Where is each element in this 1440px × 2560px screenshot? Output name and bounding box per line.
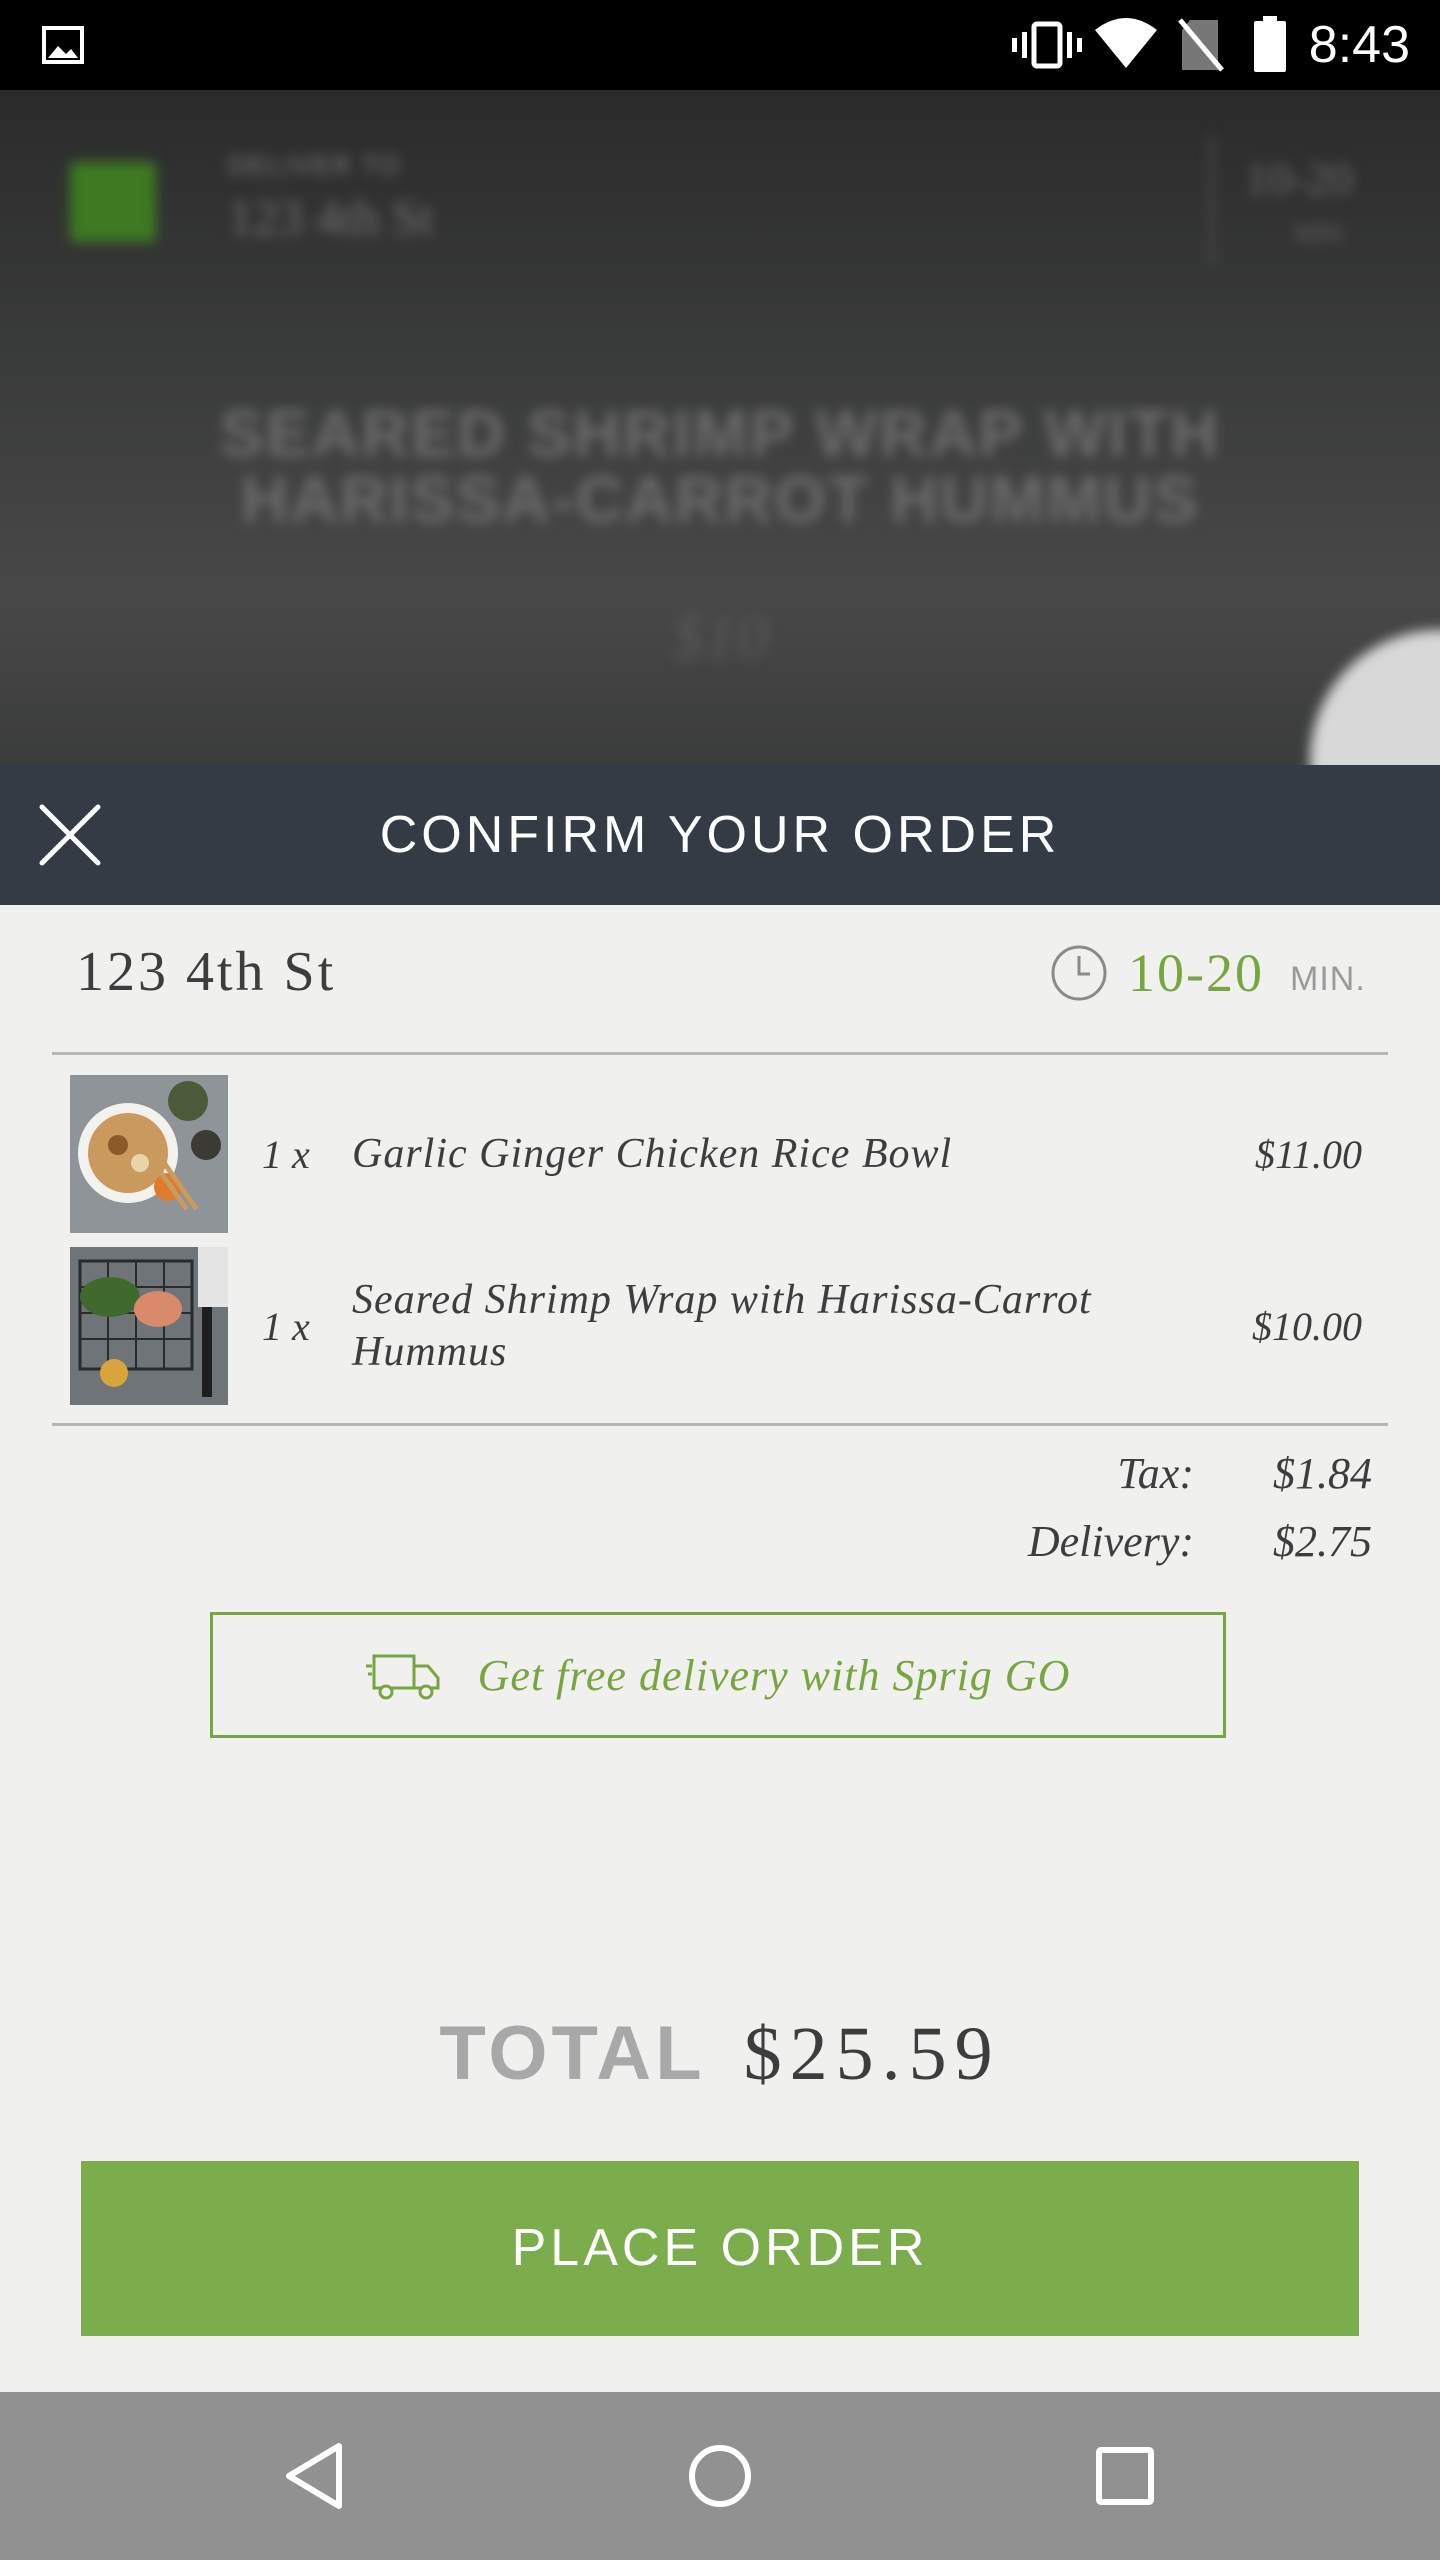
clock-icon bbox=[1051, 945, 1107, 1001]
delivery-fee-label: Delivery: bbox=[1027, 1517, 1194, 1566]
item-thumbnail bbox=[70, 1075, 228, 1233]
image-icon bbox=[42, 26, 84, 64]
back-icon[interactable] bbox=[265, 2426, 365, 2526]
item-price: $11.00 bbox=[1254, 1131, 1362, 1177]
delivery-address: 123 4th St bbox=[76, 941, 337, 1003]
brand-logo bbox=[70, 162, 156, 242]
item-name: Garlic Ginger Chicken Rice Bowl bbox=[352, 1131, 953, 1177]
eta-range: 10-20 bbox=[1128, 943, 1264, 1003]
item-quantity: 1 x bbox=[262, 1131, 310, 1177]
status-time: 8:43 bbox=[1308, 16, 1410, 74]
recents-icon[interactable] bbox=[1075, 2426, 1175, 2526]
background-hero: DELIVER TO 123 4th St 10-20 MIN SEARED S… bbox=[0, 90, 1440, 765]
tax-value: $1.84 bbox=[1273, 1449, 1372, 1498]
vibrate-icon bbox=[1012, 21, 1082, 69]
background-eta-unit: MIN bbox=[1295, 218, 1343, 248]
promo-text: Get free delivery with Sprig GO bbox=[477, 1650, 1071, 1700]
confirm-header: CONFIRM YOUR ORDER bbox=[0, 765, 1440, 905]
order-item: 1 x Seared Shrimp Wrap with Harissa-Carr… bbox=[0, 1247, 1440, 1407]
page-title: CONFIRM YOUR ORDER bbox=[379, 806, 1061, 864]
item-quantity: 1 x bbox=[262, 1303, 310, 1349]
background-divider bbox=[1210, 135, 1213, 265]
background-address: 123 4th St bbox=[228, 189, 434, 245]
place-order-button[interactable]: PLACE ORDER bbox=[81, 2161, 1359, 2336]
system-nav-bar bbox=[0, 2392, 1440, 2560]
battery-icon bbox=[1254, 16, 1286, 72]
item-name: Seared Shrimp Wrap with Harissa-Carrot H… bbox=[352, 1277, 1092, 1375]
no-sim-icon bbox=[1178, 18, 1224, 72]
background-product-price: $10 bbox=[672, 601, 768, 672]
background-product-title: SEARED SHRIMP WRAP WITH HARISSA-CARROT H… bbox=[219, 396, 1221, 536]
free-delivery-promo-button[interactable]: Get free delivery with Sprig GO bbox=[210, 1612, 1226, 1738]
truck-icon bbox=[365, 1654, 440, 1700]
close-button[interactable] bbox=[30, 795, 110, 875]
order-total: TOTAL $25.59 bbox=[0, 2010, 1440, 2098]
divider bbox=[52, 1423, 1388, 1426]
order-item: 1 x Garlic Ginger Chicken Rice Bowl $11.… bbox=[0, 1075, 1440, 1235]
deliver-to-label: DELIVER TO bbox=[228, 150, 402, 180]
tax-label: Tax: bbox=[1117, 1449, 1194, 1498]
total-value: $25.59 bbox=[743, 2012, 1001, 2096]
item-thumbnail bbox=[70, 1247, 228, 1405]
eta-unit: MIN. bbox=[1290, 960, 1366, 998]
home-icon[interactable] bbox=[670, 2426, 770, 2526]
background-eta: 10-20 bbox=[1245, 153, 1353, 204]
item-price: $10.00 bbox=[1252, 1303, 1362, 1349]
delivery-fee-value: $2.75 bbox=[1273, 1517, 1372, 1566]
close-icon bbox=[39, 804, 101, 866]
status-bar: 8:43 bbox=[0, 0, 1440, 90]
wifi-icon bbox=[1095, 18, 1157, 68]
divider bbox=[52, 1052, 1388, 1055]
total-label: TOTAL bbox=[439, 2011, 706, 2096]
